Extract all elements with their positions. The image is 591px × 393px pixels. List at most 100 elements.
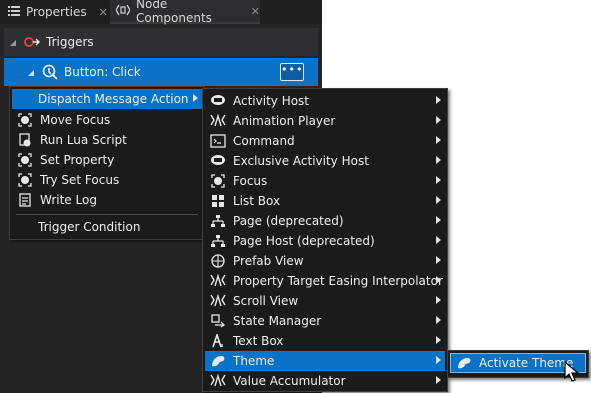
- menu-item-label: Prefab View: [233, 254, 304, 268]
- prefab-view-icon: [209, 253, 227, 269]
- submenu-item-text-box[interactable]: Text Box: [205, 331, 445, 351]
- menu-item-label: Set Property: [40, 153, 115, 167]
- menu-item-write-log[interactable]: Write Log: [12, 190, 202, 210]
- submenu-arrow-icon: [436, 376, 441, 384]
- context-menu: Dispatch Message Action Move Focus Run L…: [9, 86, 205, 240]
- tab-node-components-label: Node Components: [136, 0, 212, 25]
- focus-icon: [16, 112, 34, 128]
- submenu-item-value-accumulator[interactable]: Value Accumulator: [205, 371, 445, 391]
- menu-item-label: Text Box: [233, 334, 284, 348]
- menu-item-set-property[interactable]: Set Property: [12, 150, 202, 170]
- submenu-item-prefab-view[interactable]: Prefab View: [205, 251, 445, 271]
- list-box-icon: [209, 193, 227, 209]
- trigger-button-click[interactable]: ◢ Button: Click •••: [4, 58, 318, 86]
- submenu-arrow-icon: [436, 176, 441, 184]
- activate-theme-icon: [455, 355, 473, 371]
- submenu-item-animation-player[interactable]: Animation Player: [205, 111, 445, 131]
- triggers-section-header[interactable]: ◢ Triggers: [4, 28, 318, 56]
- submenu-arrow-icon: [436, 296, 441, 304]
- submenu-arrow-icon: [436, 116, 441, 124]
- trigger-label: Button: Click: [64, 65, 141, 79]
- menu-item-label: Move Focus: [40, 113, 111, 127]
- text-box-icon: [209, 333, 227, 349]
- section-title: Triggers: [46, 35, 94, 49]
- menu-item-label: Page (deprecated): [233, 214, 344, 228]
- submenu-arrow-icon: [193, 94, 198, 102]
- tab-properties[interactable]: Properties ✕: [8, 0, 108, 24]
- mouse-cursor-icon: [564, 360, 580, 386]
- menu-item-try-set-focus[interactable]: Try Set Focus: [12, 170, 202, 190]
- menu-item-label: Activity Host: [233, 94, 310, 108]
- close-icon[interactable]: ✕: [99, 6, 108, 19]
- menu-item-label: State Manager: [233, 314, 322, 328]
- menu-item-label: Theme: [233, 354, 275, 368]
- list-icon: [8, 5, 20, 19]
- menu-item-label: Focus: [233, 174, 268, 188]
- menu-item-label: Value Accumulator: [233, 374, 346, 388]
- submenu-arrow-icon: [436, 216, 441, 224]
- tab-node-components[interactable]: Node Components ✕: [110, 0, 260, 25]
- submenu-item-page-deprecated[interactable]: Page (deprecated): [205, 211, 445, 231]
- submenu-item-list-box[interactable]: List Box: [205, 191, 445, 211]
- submenu-item-focus[interactable]: Focus: [205, 171, 445, 191]
- command-icon: [209, 133, 227, 149]
- page-icon: [209, 213, 227, 229]
- menu-item-label: Try Set Focus: [40, 173, 120, 187]
- submenu-item-scroll-view[interactable]: Scroll View: [205, 291, 445, 311]
- submenu-item-property-target-easing-interpolator[interactable]: Property Target Easing Interpolator: [205, 271, 445, 291]
- dispatch-message-submenu: Activity Host Animation Player Command E…: [202, 88, 448, 392]
- menu-item-run-lua-script[interactable]: Run Lua Script: [12, 130, 202, 150]
- menu-item-label: List Box: [233, 194, 281, 208]
- submenu-item-activity-host[interactable]: Activity Host: [205, 91, 445, 111]
- components-icon: [115, 4, 131, 19]
- submenu-arrow-icon: [436, 236, 441, 244]
- theme-icon: [209, 353, 227, 369]
- focus-icon: [16, 172, 34, 188]
- submenu-arrow-icon: [436, 276, 441, 284]
- menu-item-label: Exclusive Activity Host: [233, 154, 369, 168]
- close-icon[interactable]: ✕: [251, 5, 260, 18]
- submenu-arrow-icon: [436, 256, 441, 264]
- exclusive-activity-host-icon: [209, 153, 227, 169]
- menu-item-label: Animation Player: [233, 114, 336, 128]
- write-log-icon: [16, 192, 34, 208]
- menu-item-trigger-condition[interactable]: Trigger Condition: [12, 217, 202, 237]
- submenu-arrow-icon: [436, 136, 441, 144]
- menu-separator: [16, 214, 198, 215]
- page-host-icon: [209, 233, 227, 249]
- lua-script-icon: [16, 132, 34, 148]
- collapse-icon[interactable]: ◢: [26, 68, 36, 77]
- value-accumulator-icon: [209, 373, 227, 389]
- set-property-icon: [16, 152, 34, 168]
- scroll-view-icon: [209, 293, 227, 309]
- submenu-item-theme[interactable]: Theme: [205, 351, 445, 371]
- submenu-arrow-icon: [436, 96, 441, 104]
- menu-item-label: Dispatch Message Action: [38, 92, 189, 106]
- menu-item-label: Scroll View: [233, 294, 299, 308]
- tab-bar: Properties ✕ Node Components ✕: [0, 0, 322, 25]
- focus-icon: [209, 173, 227, 189]
- submenu-item-state-manager[interactable]: State Manager: [205, 311, 445, 331]
- click-trigger-icon: [42, 64, 58, 80]
- animation-player-icon: [209, 113, 227, 129]
- menu-item-move-focus[interactable]: Move Focus: [12, 110, 202, 130]
- menu-item-label: Activate Theme: [479, 356, 574, 370]
- submenu-arrow-icon: [436, 356, 441, 364]
- menu-item-label: Run Lua Script: [40, 133, 127, 147]
- menu-item-label: Trigger Condition: [38, 220, 141, 234]
- more-options-button[interactable]: •••: [280, 63, 304, 81]
- submenu-arrow-icon: [436, 336, 441, 344]
- submenu-arrow-icon: [436, 316, 441, 324]
- submenu-item-page-host-deprecated[interactable]: Page Host (deprecated): [205, 231, 445, 251]
- submenu-arrow-icon: [436, 196, 441, 204]
- trigger-icon: [24, 35, 40, 49]
- collapse-icon[interactable]: ◢: [8, 38, 18, 47]
- menu-item-dispatch-message-action[interactable]: Dispatch Message Action: [12, 89, 202, 109]
- menu-item-label: Write Log: [40, 193, 97, 207]
- submenu-item-command[interactable]: Command: [205, 131, 445, 151]
- menu-item-label: Command: [233, 134, 295, 148]
- menu-item-label: Page Host (deprecated): [233, 234, 375, 248]
- menu-item-label: Property Target Easing Interpolator: [233, 274, 443, 288]
- submenu-item-exclusive-activity-host[interactable]: Exclusive Activity Host: [205, 151, 445, 171]
- state-manager-icon: [209, 313, 227, 329]
